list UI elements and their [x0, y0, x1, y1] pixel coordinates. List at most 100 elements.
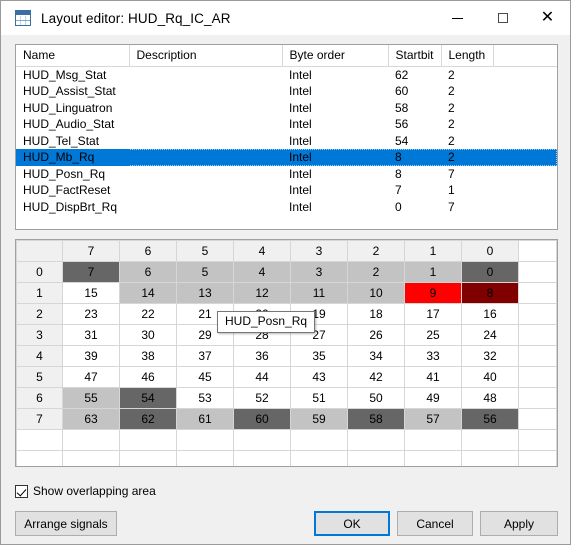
show-overlapping-area-checkbox[interactable] — [15, 484, 28, 498]
bit-cell[interactable]: 16 — [461, 303, 519, 325]
bit-cell[interactable]: 48 — [461, 387, 519, 409]
bit-cell[interactable]: 33 — [404, 345, 462, 367]
bit-cell[interactable]: 35 — [290, 345, 348, 367]
bit-cell[interactable]: 32 — [461, 345, 519, 367]
bit-column-header[interactable]: 6 — [119, 240, 177, 262]
bit-cell[interactable]: 41 — [404, 366, 462, 388]
bit-cell[interactable]: 4 — [233, 261, 291, 283]
bit-cell[interactable]: 12 — [233, 282, 291, 304]
bit-column-header[interactable]: 7 — [62, 240, 120, 262]
bit-cell[interactable]: 11 — [290, 282, 348, 304]
bit-cell[interactable]: 6 — [119, 261, 177, 283]
bit-cell[interactable]: 31 — [62, 324, 120, 346]
signal-list-panel[interactable]: Name Description Byte order Startbit Len… — [15, 44, 558, 230]
column-header-description[interactable]: Description — [129, 45, 283, 67]
bit-row-header[interactable]: 4 — [16, 345, 63, 367]
bit-cell[interactable]: 30 — [119, 324, 177, 346]
bit-cell[interactable]: 54 — [119, 387, 177, 409]
bit-cell[interactable]: 13 — [176, 282, 234, 304]
column-header-length[interactable]: Length — [441, 45, 494, 67]
bit-row-header[interactable]: 7 — [16, 408, 63, 430]
bit-row-header[interactable]: 0 — [16, 261, 63, 283]
column-header-byte-order[interactable]: Byte order — [282, 45, 389, 67]
bit-cell[interactable]: 47 — [62, 366, 120, 388]
bit-cell[interactable]: 55 — [62, 387, 120, 409]
bit-cell[interactable]: 3 — [290, 261, 348, 283]
bit-cell[interactable]: 59 — [290, 408, 348, 430]
column-header-name[interactable]: Name — [16, 45, 130, 67]
bit-cell[interactable]: 7 — [62, 261, 120, 283]
table-row[interactable]: HUD_DispBrt_Rq Intel 0 7 — [16, 199, 557, 216]
bit-cell[interactable]: 46 — [119, 366, 177, 388]
bit-column-header[interactable]: 2 — [347, 240, 405, 262]
bit-cell[interactable]: 5 — [176, 261, 234, 283]
bit-cell[interactable]: 51 — [290, 387, 348, 409]
bit-cell[interactable]: 44 — [233, 366, 291, 388]
table-row[interactable]: HUD_FactReset Intel 7 1 — [16, 182, 557, 199]
arrange-signals-button[interactable]: Arrange signals — [15, 511, 117, 536]
bit-cell[interactable]: 45 — [176, 366, 234, 388]
bit-row-header[interactable]: 2 — [16, 303, 63, 325]
table-row[interactable]: HUD_Mb_Rq Intel 8 2 — [16, 149, 557, 166]
bit-row-header[interactable]: 5 — [16, 366, 63, 388]
bit-cell[interactable]: 52 — [233, 387, 291, 409]
minimize-button[interactable] — [435, 1, 480, 35]
column-header-startbit[interactable]: Startbit — [388, 45, 442, 67]
bit-cell[interactable]: 60 — [233, 408, 291, 430]
bit-cell[interactable]: 14 — [119, 282, 177, 304]
bit-cell[interactable]: 1 — [404, 261, 462, 283]
bit-cell[interactable]: 24 — [461, 324, 519, 346]
bit-cell[interactable]: 40 — [461, 366, 519, 388]
bit-cell[interactable]: 56 — [461, 408, 519, 430]
apply-button[interactable]: Apply — [480, 511, 558, 536]
bit-cell[interactable]: 38 — [119, 345, 177, 367]
table-row[interactable]: HUD_Linguatron Intel 58 2 — [16, 100, 557, 117]
bit-column-header[interactable]: 0 — [461, 240, 519, 262]
bit-cell[interactable]: 61 — [176, 408, 234, 430]
bit-row-header[interactable]: 6 — [16, 387, 63, 409]
bit-column-header[interactable]: 4 — [233, 240, 291, 262]
bit-cell[interactable]: 23 — [62, 303, 120, 325]
bit-cell[interactable]: 36 — [233, 345, 291, 367]
maximize-button[interactable] — [480, 1, 525, 35]
bit-matrix-panel[interactable]: 76543210 0 7 6 5 4 3 2 1 0 1 15 14 13 12 11 10 9 8 2 23 22 21… — [15, 239, 558, 467]
bit-column-header[interactable]: 5 — [176, 240, 234, 262]
table-row[interactable]: HUD_Msg_Stat Intel 62 2 — [16, 66, 557, 83]
bit-row-header[interactable]: 1 — [16, 282, 63, 304]
bit-cell[interactable]: 25 — [404, 324, 462, 346]
bit-cell[interactable]: 22 — [119, 303, 177, 325]
bit-cell[interactable]: 62 — [119, 408, 177, 430]
table-row[interactable]: HUD_Audio_Stat Intel 56 2 — [16, 116, 557, 133]
bit-cell[interactable]: 2 — [347, 261, 405, 283]
cancel-button[interactable]: Cancel — [397, 511, 473, 536]
bit-cell[interactable]: 58 — [347, 408, 405, 430]
bit-cell[interactable]: 37 — [176, 345, 234, 367]
bit-cell[interactable]: 15 — [62, 282, 120, 304]
table-row[interactable]: HUD_Posn_Rq Intel 8 7 — [16, 166, 557, 183]
bit-cell[interactable]: 50 — [347, 387, 405, 409]
bit-cell[interactable]: 34 — [347, 345, 405, 367]
bit-cell[interactable]: 53 — [176, 387, 234, 409]
bit-cell[interactable]: 8 — [461, 282, 519, 304]
bit-cell[interactable]: 57 — [404, 408, 462, 430]
bit-cell[interactable]: 42 — [347, 366, 405, 388]
table-row[interactable]: HUD_Tel_Stat Intel 54 2 — [16, 133, 557, 150]
bit-cell[interactable]: 39 — [62, 345, 120, 367]
bit-cell[interactable]: 10 — [347, 282, 405, 304]
bit-cell[interactable]: 26 — [347, 324, 405, 346]
bit-cell[interactable]: 18 — [347, 303, 405, 325]
bit-cell[interactable]: 43 — [290, 366, 348, 388]
close-button[interactable]: ✕ — [525, 1, 570, 35]
bit-cell[interactable]: 49 — [404, 387, 462, 409]
bit-cell[interactable]: 0 — [461, 261, 519, 283]
table-row[interactable]: HUD_Assist_Stat Intel 60 2 — [16, 83, 557, 100]
ok-button[interactable]: OK — [314, 511, 390, 536]
bit-column-header[interactable]: 1 — [404, 240, 462, 262]
bit-cell[interactable]: 9 — [404, 282, 462, 304]
bit-cell[interactable]: 63 — [62, 408, 120, 430]
signal-startbit-cell: 7 — [395, 183, 402, 197]
bit-cell[interactable]: 17 — [404, 303, 462, 325]
bit-row-header[interactable]: 3 — [16, 324, 63, 346]
show-overlapping-area-row[interactable]: Show overlapping area — [15, 484, 156, 498]
bit-column-header[interactable]: 3 — [290, 240, 348, 262]
